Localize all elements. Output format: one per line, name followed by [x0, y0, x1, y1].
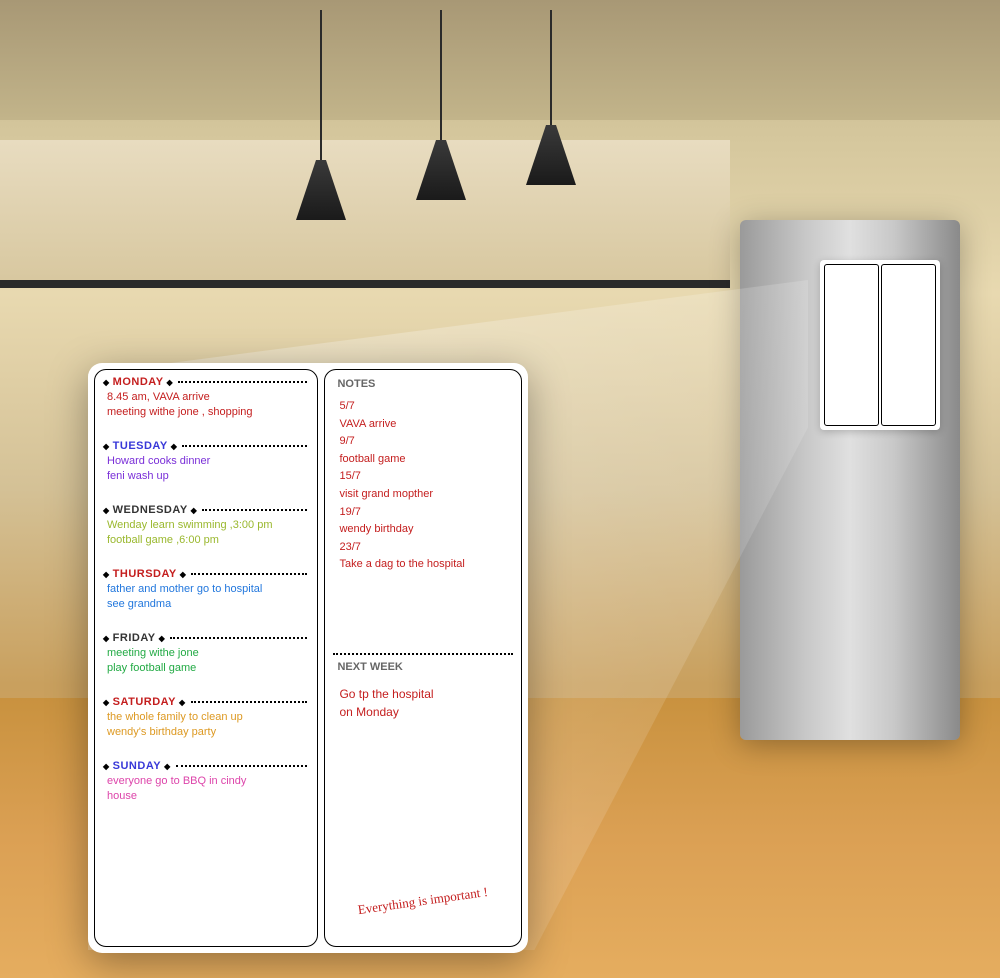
day-header: ◆THURSDAY◆: [103, 568, 309, 580]
pendant-cord: [320, 10, 322, 160]
notes-column: NOTES 5/7VAVA arrive9/7football game15/7…: [324, 369, 522, 947]
day-block: ◆TUESDAY◆Howard cooks dinnerfeni wash up: [103, 440, 309, 500]
day-block: ◆SATURDAY◆the whole family to clean upwe…: [103, 696, 309, 756]
dotted-line: [182, 445, 307, 448]
diamond-icon: ◆: [103, 378, 110, 387]
dotted-line: [191, 701, 308, 704]
day-block: ◆THURSDAY◆father and mother go to hospit…: [103, 568, 309, 628]
day-content: Howard cooks dinnerfeni wash up: [103, 452, 309, 500]
ceiling-area: [0, 0, 1000, 120]
day-content: everyone go to BBQ in cindyhouse: [103, 772, 309, 820]
notes-content: 5/7VAVA arrive9/7football game15/7visit …: [333, 396, 513, 649]
diamond-icon: ◆: [103, 762, 110, 771]
day-header: ◆SATURDAY◆: [103, 696, 309, 708]
diamond-icon: ◆: [164, 762, 171, 771]
dotted-line: [176, 765, 308, 768]
day-name: FRIDAY: [113, 632, 156, 644]
important-footer: Everything is important !: [343, 879, 504, 921]
day-content: 8.45 am, VAVA arrivemeeting withe jone ,…: [103, 388, 309, 436]
notes-header: NOTES: [333, 376, 513, 392]
pendant-cord: [440, 10, 442, 140]
day-header: ◆WEDNESDAY◆: [103, 504, 309, 516]
dotted-line: [170, 637, 307, 640]
diamond-icon: ◆: [167, 378, 174, 387]
dotted-line: [178, 381, 307, 384]
diamond-icon: ◆: [103, 506, 110, 515]
day-header: ◆TUESDAY◆: [103, 440, 309, 452]
day-name: TUESDAY: [113, 440, 168, 452]
day-block: ◆SUNDAY◆everyone go to BBQ in cindyhouse: [103, 760, 309, 820]
upper-cabinets: [0, 140, 730, 288]
diamond-icon: ◆: [179, 698, 186, 707]
day-name: WEDNESDAY: [113, 504, 188, 516]
day-content: the whole family to clean upwendy's birt…: [103, 708, 309, 756]
day-name: SATURDAY: [113, 696, 176, 708]
day-block: ◆MONDAY◆8.45 am, VAVA arrivemeeting with…: [103, 376, 309, 436]
nextweek-header: NEXT WEEK: [333, 659, 513, 675]
diamond-icon: ◆: [103, 570, 110, 579]
dotted-line: [202, 509, 307, 512]
day-name: THURSDAY: [113, 568, 177, 580]
pendant-cord: [550, 10, 552, 125]
diamond-icon: ◆: [103, 698, 110, 707]
day-header: ◆MONDAY◆: [103, 376, 309, 388]
day-content: father and mother go to hospitalsee gran…: [103, 580, 309, 628]
separator-line: [333, 653, 513, 655]
diamond-icon: ◆: [159, 634, 166, 643]
day-content: meeting withe joneplay football game: [103, 644, 309, 692]
dotted-line: [191, 573, 307, 576]
diamond-icon: ◆: [171, 442, 178, 451]
day-header: ◆SUNDAY◆: [103, 760, 309, 772]
weekly-planner-board: ◆MONDAY◆8.45 am, VAVA arrivemeeting with…: [88, 363, 528, 953]
day-block: ◆FRIDAY◆meeting withe joneplay football …: [103, 632, 309, 692]
diamond-icon: ◆: [191, 506, 198, 515]
day-content: Wenday learn swimming ,3:00 pmfootball g…: [103, 516, 309, 564]
mini-planner-on-fridge: [820, 260, 940, 430]
diamond-icon: ◆: [103, 634, 110, 643]
day-name: SUNDAY: [113, 760, 161, 772]
diamond-icon: ◆: [103, 442, 110, 451]
day-name: MONDAY: [113, 376, 164, 388]
nextweek-content: Go tp the hospitalon Monday Everything i…: [333, 679, 513, 940]
day-header: ◆FRIDAY◆: [103, 632, 309, 644]
diamond-icon: ◆: [180, 570, 187, 579]
day-block: ◆WEDNESDAY◆Wenday learn swimming ,3:00 p…: [103, 504, 309, 564]
days-column: ◆MONDAY◆8.45 am, VAVA arrivemeeting with…: [94, 369, 318, 947]
